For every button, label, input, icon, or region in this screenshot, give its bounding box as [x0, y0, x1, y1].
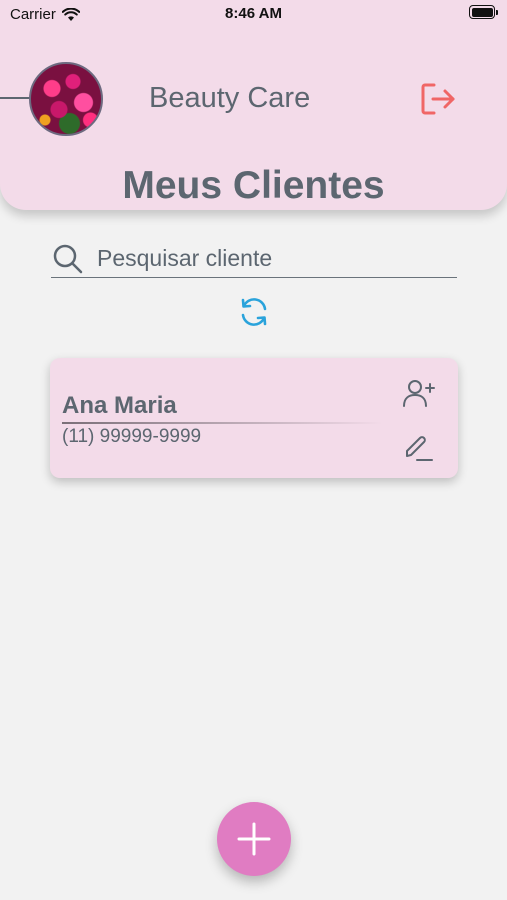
search-bar: [51, 240, 457, 278]
client-name-underline: [62, 422, 382, 424]
search-icon: [53, 244, 83, 273]
header: Beauty Care Meus Clientes: [0, 0, 507, 210]
client-card[interactable]: Ana Maria (11) 99999-9999: [50, 358, 458, 478]
status-time: 8:46 AM: [225, 5, 282, 22]
battery-icon: [469, 5, 498, 19]
app-title: Beauty Care: [149, 82, 311, 114]
avatar[interactable]: [29, 62, 103, 136]
logout-icon[interactable]: [420, 82, 456, 116]
add-client-button[interactable]: [217, 802, 291, 876]
page-title: Meus Clientes: [122, 164, 385, 207]
edit-icon[interactable]: [404, 434, 434, 462]
plus-icon: [237, 822, 271, 856]
header-divider: [0, 97, 30, 99]
add-user-icon[interactable]: [402, 378, 436, 408]
search-input[interactable]: [97, 245, 437, 272]
refresh-icon[interactable]: [238, 297, 270, 327]
client-phone: (11) 99999-9999: [62, 426, 202, 447]
client-name: Ana Maria: [62, 392, 177, 419]
status-bar: Carrier 8:46 AM: [0, 0, 507, 28]
